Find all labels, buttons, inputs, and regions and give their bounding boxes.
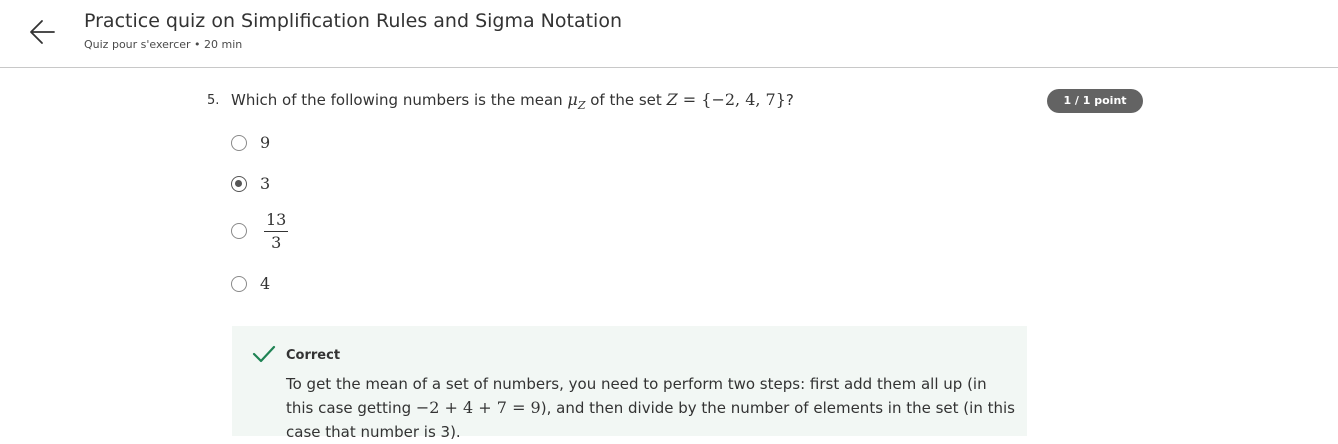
checkmark-icon	[252, 345, 276, 363]
option-13-over-3[interactable]: 13 3	[231, 211, 289, 252]
option-3[interactable]: 3	[231, 174, 270, 193]
question-text-part: Which of the following numbers is the me…	[231, 91, 568, 109]
points-badge: 1 / 1 point	[1047, 89, 1143, 113]
set-expression: = {−2, 4, 7}	[677, 90, 786, 109]
feedback-expression: −2 + 4 + 7 = 9	[415, 398, 541, 417]
option-label: 4	[260, 274, 271, 293]
option-4[interactable]: 4	[231, 274, 270, 293]
quiz-header: Practice quiz on Simplification Rules an…	[0, 0, 1338, 68]
radio-button[interactable]	[231, 223, 247, 239]
feedback-panel: Correct To get the mean of a set of numb…	[232, 326, 1027, 441]
set-variable: Z	[666, 90, 678, 109]
fraction-label: 13 3	[264, 211, 289, 252]
feedback-status: Correct	[286, 348, 341, 363]
page-subtitle: Quiz pour s'exercer • 20 min	[84, 38, 243, 51]
mean-symbol: μ	[567, 90, 578, 109]
page-title: Practice quiz on Simplification Rules an…	[84, 10, 622, 32]
option-label: 3	[260, 174, 271, 193]
question-text: Which of the following numbers is the me…	[231, 90, 794, 112]
question-text-part: ?	[785, 91, 794, 109]
option-9[interactable]: 9	[231, 133, 270, 152]
fraction-denominator: 3	[271, 233, 282, 252]
fraction-numerator: 13	[264, 211, 289, 232]
radio-button[interactable]	[231, 134, 247, 151]
radio-button-selected[interactable]	[231, 175, 247, 192]
back-button[interactable]	[24, 16, 60, 48]
feedback-explanation: To get the mean of a set of numbers, you…	[286, 372, 1016, 444]
arrow-left-icon	[30, 20, 55, 44]
option-label: 9	[260, 133, 271, 152]
radio-button[interactable]	[231, 275, 247, 292]
question-number: 5.	[207, 93, 220, 108]
question-text-part: of the set	[585, 91, 667, 109]
